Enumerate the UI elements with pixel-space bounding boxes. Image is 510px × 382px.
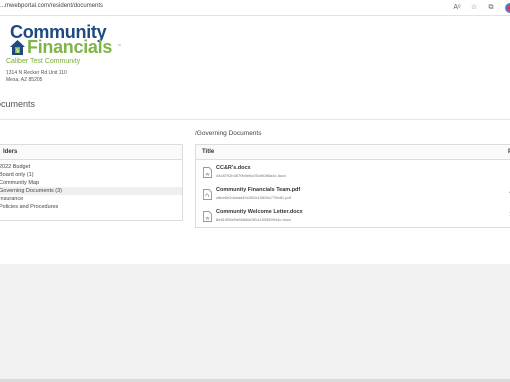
folder-item[interactable]: 2022 Budget xyxy=(0,163,182,171)
svg-text:W: W xyxy=(206,172,210,177)
divider xyxy=(0,119,510,120)
document-filename: c8ee6e2dcbad40c002e10805c770e81.pdf xyxy=(216,195,291,200)
svg-text:$: $ xyxy=(16,49,19,55)
folders-header: lders xyxy=(0,145,182,160)
document-filename: 8e61905b9a968d0e3f14153369944c.docx xyxy=(216,217,291,222)
logo-house-icon: $ xyxy=(10,40,25,55)
documents-panel: Title P W CC&R's.docx 44c8792b4579b0e6c0… xyxy=(195,144,510,228)
profile-icon[interactable] xyxy=(505,3,510,13)
document-row[interactable]: W Community Welcome Letter.docx 8e61905b… xyxy=(196,208,510,230)
document-name[interactable]: Community Financials Team.pdf xyxy=(216,187,300,193)
word-file-icon: W xyxy=(203,167,212,178)
folder-item[interactable]: Insurance xyxy=(0,195,182,203)
folder-item[interactable]: Community Map xyxy=(0,179,182,187)
folder-item[interactable]: Board only (1) xyxy=(0,171,182,179)
address-line-2: Mesa, AZ 85205 xyxy=(6,77,43,83)
column-title[interactable]: Title xyxy=(202,149,214,155)
document-name[interactable]: CC&R's.docx xyxy=(216,165,251,171)
address-line-1: 1314 N Recker Rd Unit 110 xyxy=(6,70,67,76)
page-title: ocuments xyxy=(0,99,36,109)
document-row[interactable]: W CC&R's.docx 44c8792b4579b0e6c0f1e8086a… xyxy=(196,164,510,186)
folder-item-selected[interactable]: Governing Documents (3) xyxy=(0,187,182,195)
pdf-file-icon xyxy=(203,189,212,200)
browser-toolbar: ...mwebportal.com/resident/documents Aᵉ … xyxy=(0,0,510,16)
favorite-icon[interactable]: ☆ xyxy=(469,3,479,13)
folders-panel: lders 2022 Budget Board only (1) Communi… xyxy=(0,144,183,221)
read-aloud-icon[interactable]: Aᵉ xyxy=(452,3,462,13)
logo-wordmark-line2: Financials xyxy=(27,37,113,57)
collections-icon[interactable]: ⧉ xyxy=(486,3,496,13)
svg-text:W: W xyxy=(206,216,210,221)
documents-table-header: Title P xyxy=(196,145,510,160)
community-name: Caliber Test Community xyxy=(6,58,81,65)
folder-path-heading: /Governing Documents xyxy=(195,130,262,137)
address-bar[interactable]: ...mwebportal.com/resident/documents xyxy=(0,3,103,9)
folder-item[interactable]: Policies and Procedures xyxy=(0,203,182,211)
document-filename: 44c8792b4579b0e6c0f1e8086a4c.docx xyxy=(216,173,287,178)
document-row[interactable]: Community Financials Team.pdf c8ee6e2dcb… xyxy=(196,186,510,208)
document-name[interactable]: Community Welcome Letter.docx xyxy=(216,209,303,215)
word-file-icon: W xyxy=(203,211,212,222)
trademark-mark: ™ xyxy=(117,43,121,48)
